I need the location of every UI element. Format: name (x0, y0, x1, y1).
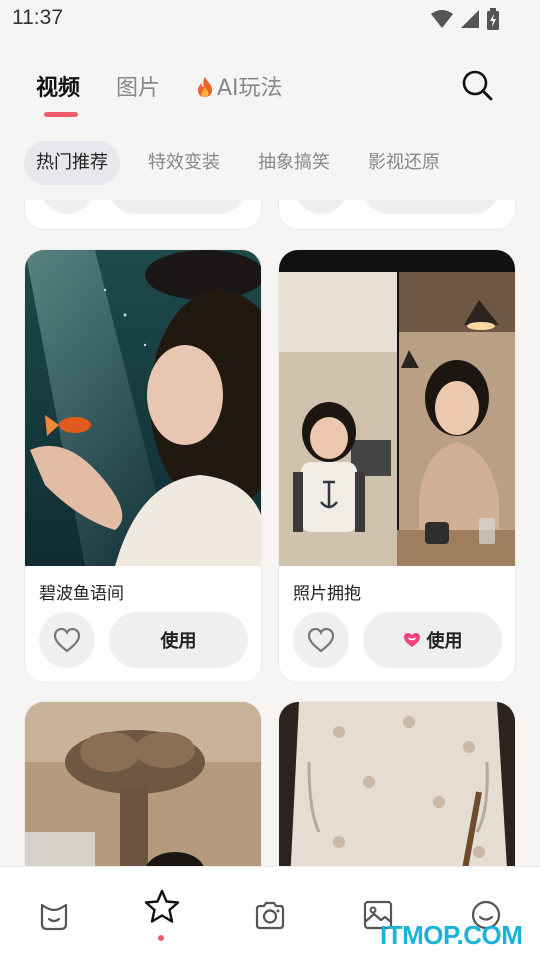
template-title: 照片拥抱 (293, 584, 361, 604)
template-title: 碧波鱼语间 (39, 584, 124, 604)
template-preview-image[interactable] (279, 250, 515, 566)
use-button[interactable]: 使用 (109, 612, 248, 668)
heart-outline-icon (307, 627, 335, 653)
tab-ai-play[interactable]: AI玩法 (196, 70, 283, 102)
heart-badge-icon (403, 633, 420, 647)
template-card[interactable]: 照片拥抱 使用 (278, 249, 516, 683)
signal-icon (461, 10, 479, 28)
use-button[interactable]: 使用 (363, 612, 502, 668)
tab-video[interactable]: 视频 (36, 70, 80, 102)
active-nav-dot (158, 935, 164, 941)
search-icon[interactable] (460, 68, 494, 102)
star-icon (144, 889, 180, 923)
chip-hot-overlay[interactable]: 热门推荐 (24, 141, 120, 185)
camera-icon (255, 901, 285, 930)
status-icons (430, 8, 500, 30)
like-button[interactable] (293, 612, 349, 668)
active-tab-indicator (44, 112, 78, 117)
chip-abstract-funny-overlay[interactable]: 抽象搞笑 (246, 141, 342, 185)
nav-item-home[interactable] (34, 895, 74, 935)
battery-icon (487, 8, 499, 30)
tab-image[interactable]: 图片 (116, 70, 160, 102)
wifi-icon (431, 10, 453, 28)
fire-icon (198, 77, 212, 97)
nav-item-camera[interactable] (250, 895, 290, 935)
chip-effects-overlay[interactable]: 特效变装 (136, 141, 232, 185)
status-bar: 11:37 (0, 0, 540, 38)
template-card[interactable]: 碧波鱼语间 使用 (24, 249, 262, 683)
smile-bag-icon (40, 903, 68, 931)
heart-outline-icon (53, 627, 81, 653)
status-time: 11:37 (12, 6, 63, 29)
watermark: ITMOP.COM (380, 920, 523, 950)
nav-item-templates[interactable] (142, 887, 182, 927)
template-preview-image[interactable] (25, 250, 261, 566)
chip-film-restore-overlay[interactable]: 影视还原 (356, 141, 452, 185)
like-button[interactable] (39, 612, 95, 668)
